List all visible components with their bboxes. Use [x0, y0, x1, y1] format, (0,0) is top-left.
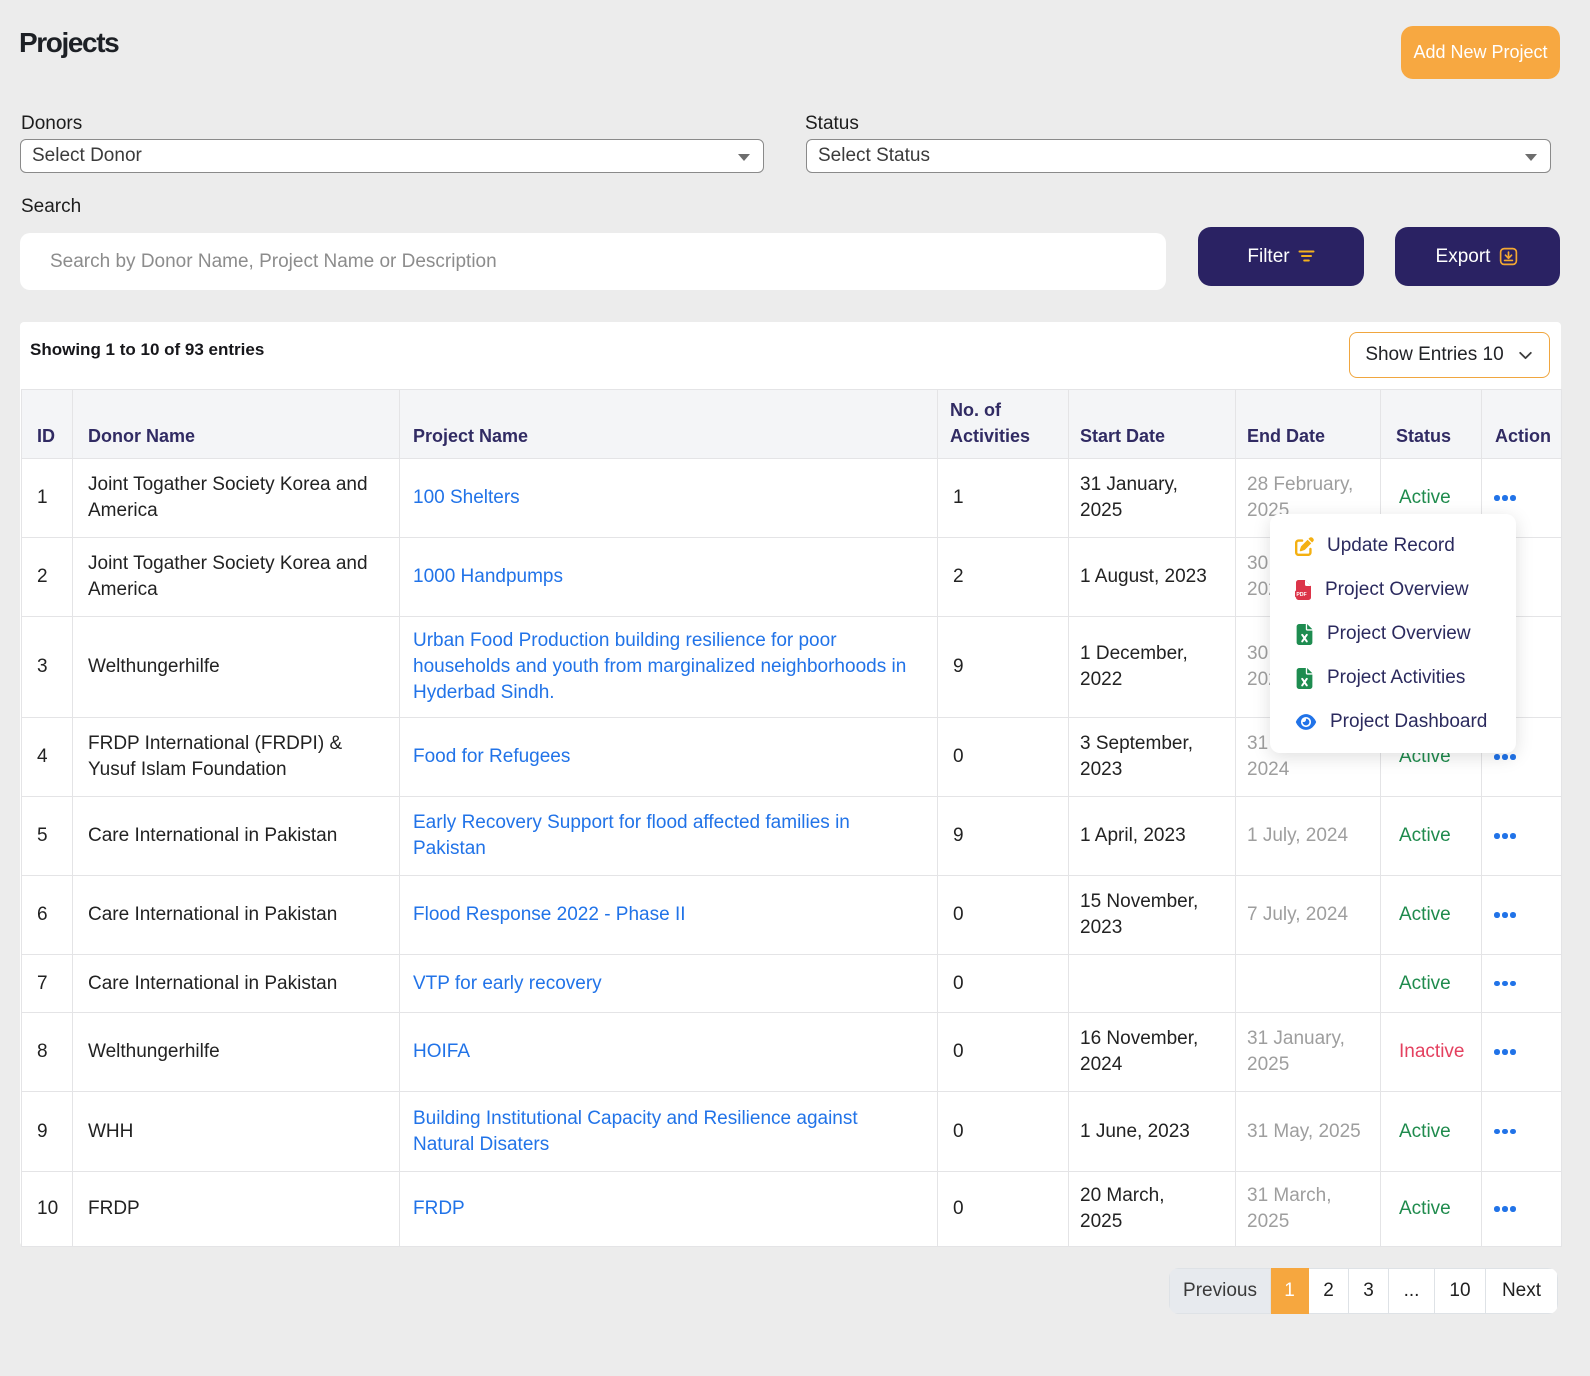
svg-text:PDF: PDF	[1296, 592, 1306, 598]
